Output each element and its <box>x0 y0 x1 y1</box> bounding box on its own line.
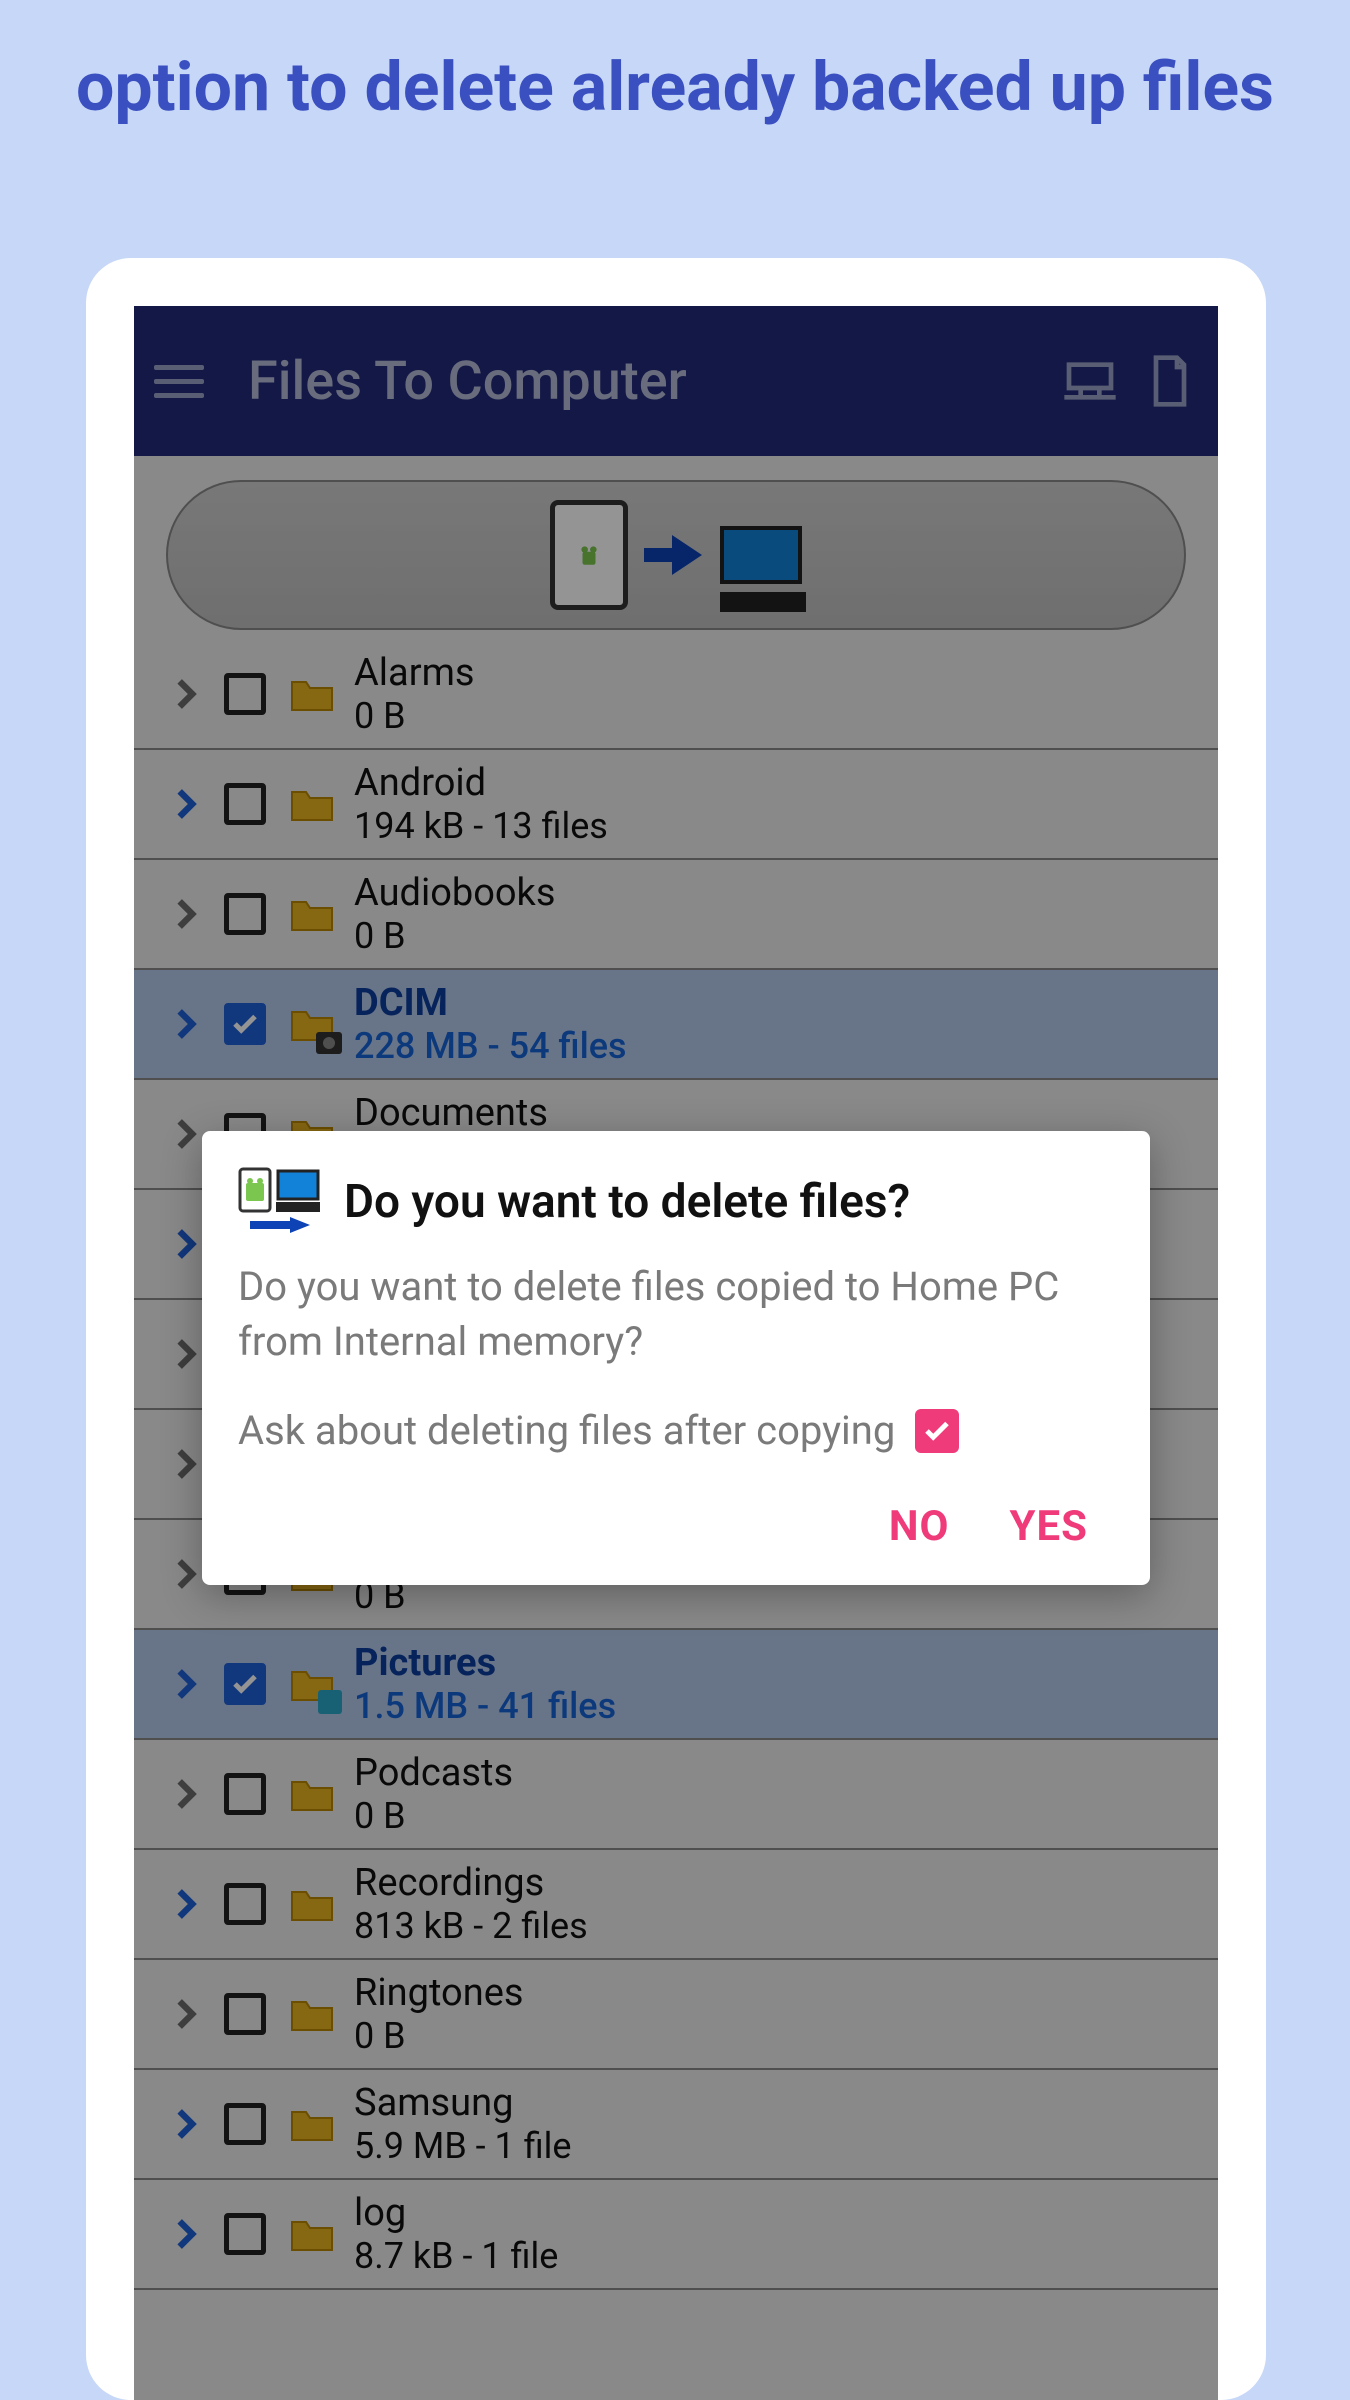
app-logo-icon <box>238 1167 324 1237</box>
dialog-body-text: Do you want to delete files copied to Ho… <box>238 1259 1114 1369</box>
ask-after-copy-checkbox[interactable] <box>915 1409 959 1453</box>
ask-after-copy-row[interactable]: Ask about deleting files after copying <box>238 1407 1114 1454</box>
ask-after-copy-label: Ask about deleting files after copying <box>238 1407 895 1454</box>
delete-files-dialog: Do you want to delete files? Do you want… <box>202 1131 1150 1585</box>
yes-button[interactable]: YES <box>1010 1502 1089 1551</box>
no-button[interactable]: NO <box>889 1502 950 1551</box>
dialog-title: Do you want to delete files? <box>344 1175 910 1229</box>
phone-frame: Files To Computer Alarms0 BAndroid194 kB… <box>86 258 1266 2400</box>
phone-screen: Files To Computer Alarms0 BAndroid194 kB… <box>134 306 1218 2400</box>
promo-title: option to delete already backed up files <box>0 0 1350 160</box>
